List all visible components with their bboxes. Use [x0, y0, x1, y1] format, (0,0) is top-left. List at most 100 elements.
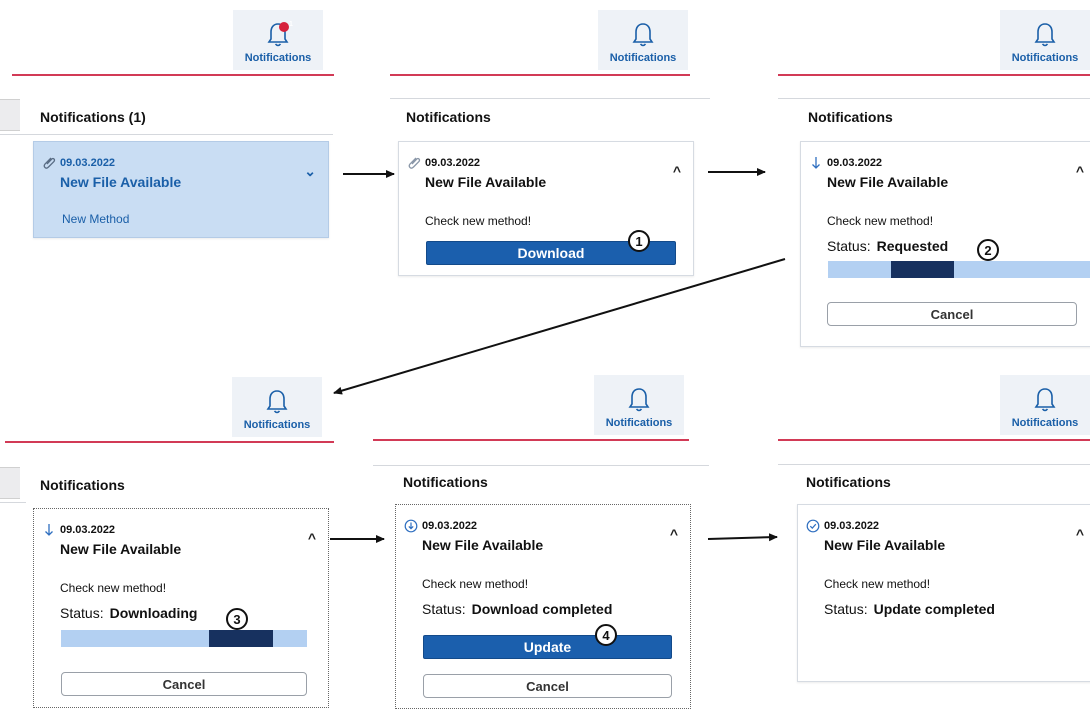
notification-title: New File Available: [827, 174, 949, 190]
notification-title: New File Available: [60, 541, 182, 557]
notification-message: Check new method!: [422, 577, 529, 591]
left-rail: [0, 467, 20, 499]
status-line: Status: Update completed: [824, 601, 995, 617]
notifications-label: Notifications: [605, 417, 673, 429]
check-circle-icon: [806, 519, 820, 533]
notifications-label: Notifications: [243, 419, 311, 431]
download-circle-icon: [404, 519, 418, 533]
flow-arrow-3-4: [333, 258, 786, 395]
notification-title: New File Available: [422, 537, 544, 553]
notification-date: 09.03.2022: [422, 520, 478, 532]
notification-title: New File Available: [425, 174, 547, 190]
cancel-button[interactable]: Cancel: [827, 302, 1077, 326]
notifications-button[interactable]: Notifications: [1000, 10, 1090, 70]
panel-divider: [778, 98, 1090, 99]
notification-title: New File Available: [824, 537, 946, 553]
bell-icon: [1034, 23, 1056, 47]
status-line: Status: Requested: [827, 238, 948, 254]
panel-divider: [778, 464, 1090, 465]
status-line: Status: Downloading: [60, 605, 197, 621]
notifications-label: Notifications: [1011, 417, 1079, 429]
bell-icon: [266, 390, 288, 414]
notifications-button[interactable]: Notifications: [598, 10, 688, 70]
cancel-button[interactable]: Cancel: [61, 672, 307, 696]
notification-date: 09.03.2022: [425, 157, 481, 169]
notification-message: Check new method!: [827, 214, 934, 228]
status-label: Status:: [422, 601, 466, 617]
new-method-link[interactable]: New Method: [62, 212, 129, 226]
status-label: Status:: [60, 605, 104, 621]
bell-icon: [632, 23, 654, 47]
panel-title: Notifications: [40, 477, 125, 493]
panel-divider: [0, 502, 26, 503]
progress-fill: [890, 261, 954, 278]
status-value: Requested: [876, 238, 949, 254]
panel-title: Notifications: [808, 109, 893, 125]
notification-date: 09.03.2022: [60, 157, 116, 169]
update-button[interactable]: Update: [423, 635, 672, 659]
notification-title: New File Available: [60, 174, 182, 190]
step-callout-2: 2: [977, 239, 999, 261]
left-rail: [0, 99, 20, 131]
notification-card[interactable]: 09.03.2022 New File Available ^ Check ne…: [395, 504, 691, 709]
status-value: Update completed: [873, 601, 995, 617]
status-value: Downloading: [109, 605, 198, 621]
chevron-up-icon[interactable]: ^: [1076, 164, 1084, 178]
status-value: Download completed: [471, 601, 613, 617]
bell-icon: [1034, 388, 1056, 412]
bell-icon: [628, 388, 650, 412]
status-label: Status:: [824, 601, 868, 617]
status-line: Status: Download completed: [422, 601, 612, 617]
notification-date: 09.03.2022: [824, 520, 880, 532]
notifications-button[interactable]: 1 Notifications: [233, 10, 323, 70]
panel-title: Notifications: [403, 474, 488, 490]
notifications-button[interactable]: Notifications: [1000, 375, 1090, 435]
notification-message: Check new method!: [425, 214, 532, 228]
notifications-label: Notifications: [609, 52, 677, 64]
notifications-label: Notifications: [1011, 52, 1079, 64]
progress-bar: [61, 630, 307, 647]
notification-card[interactable]: 09.03.2022 New File Available ⌄ New Meth…: [33, 141, 329, 238]
notification-card[interactable]: 09.03.2022 New File Available ^ Check ne…: [800, 141, 1090, 347]
notification-card[interactable]: 09.03.2022 New File Available ^ Check ne…: [33, 508, 329, 708]
progress-fill: [208, 630, 273, 647]
chevron-down-icon[interactable]: ⌄: [304, 164, 316, 178]
notification-card[interactable]: 09.03.2022 New File Available ^ Check ne…: [398, 141, 694, 276]
chevron-up-icon[interactable]: ^: [1076, 527, 1084, 541]
chevron-up-icon[interactable]: ^: [308, 531, 316, 545]
notifications-button[interactable]: Notifications: [232, 377, 322, 437]
notification-card[interactable]: 09.03.2022 New File Available ^ Check ne…: [797, 504, 1090, 682]
chevron-up-icon[interactable]: ^: [673, 164, 681, 178]
download-arrow-icon: [812, 157, 820, 169]
header-divider: [390, 74, 690, 76]
notifications-button[interactable]: Notifications: [594, 375, 684, 435]
panel-title: Notifications (1): [40, 109, 146, 125]
panel-divider: [373, 465, 709, 466]
cancel-button[interactable]: Cancel: [423, 674, 672, 698]
panel-divider: [390, 98, 710, 99]
panel-title: Notifications: [806, 474, 891, 490]
step-callout-4: 4: [595, 624, 617, 646]
progress-bar: [828, 261, 1090, 278]
header-divider: [373, 439, 689, 441]
notification-message: Check new method!: [60, 581, 167, 595]
header-divider: [12, 74, 334, 76]
header-divider: [778, 439, 1090, 441]
step-callout-3: 3: [226, 608, 248, 630]
panel-divider: [0, 134, 333, 135]
notification-message: Check new method!: [824, 577, 931, 591]
download-arrow-icon: [45, 524, 53, 536]
notifications-label: Notifications: [244, 52, 312, 64]
chevron-up-icon[interactable]: ^: [670, 527, 678, 541]
header-divider: [778, 74, 1090, 76]
header-divider: [5, 441, 334, 443]
notification-date: 09.03.2022: [827, 157, 883, 169]
panel-title: Notifications: [406, 109, 491, 125]
status-label: Status:: [827, 238, 871, 254]
paperclip-icon: [408, 157, 421, 169]
notification-date: 09.03.2022: [60, 524, 116, 536]
notification-badge: 1: [289, 21, 293, 28]
step-callout-1: 1: [628, 230, 650, 252]
paperclip-icon: [43, 157, 56, 169]
flow-arrow-5-6: [707, 533, 778, 542]
